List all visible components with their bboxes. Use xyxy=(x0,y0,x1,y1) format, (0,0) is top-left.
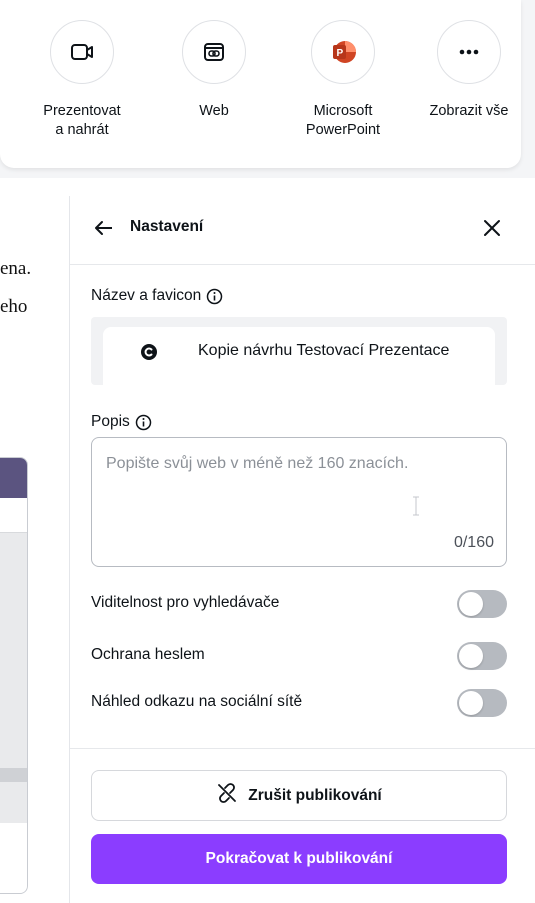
settings-title: Nastavení xyxy=(130,218,204,235)
share-option-powerpoint[interactable]: P Microsoft PowerPoint xyxy=(288,20,398,140)
search-visibility-toggle[interactable] xyxy=(457,590,507,618)
settings-header: Nastavení xyxy=(70,196,535,265)
toggle-label: Viditelnost pro vyhledávače xyxy=(91,594,280,611)
powerpoint-icon: P xyxy=(311,20,375,84)
share-options-card: Prezentovat a nahrát Web P Microsoft Pow… xyxy=(0,0,521,168)
video-camera-icon xyxy=(50,20,114,84)
info-icon[interactable] xyxy=(206,288,223,305)
share-option-label: Zobrazit vše xyxy=(429,103,509,119)
close-icon[interactable] xyxy=(480,216,504,240)
background-window-edge xyxy=(0,457,28,894)
favicon-icon[interactable] xyxy=(141,344,157,360)
name-favicon-label: Název a favicon xyxy=(91,287,223,305)
social-preview-toggle[interactable] xyxy=(457,689,507,717)
toggle-knob xyxy=(459,644,483,668)
toggle-row-social-preview: Náhled odkazu na sociální sítě xyxy=(91,689,507,717)
share-option-present-record[interactable]: Prezentovat a nahrát xyxy=(27,20,137,140)
background-text-line: ena. xyxy=(0,258,32,279)
more-icon xyxy=(437,20,501,84)
share-option-web[interactable]: Web xyxy=(159,20,269,121)
background-text-line: eho xyxy=(0,296,28,317)
toggle-row-password: Ochrana heslem xyxy=(91,642,507,670)
password-protection-toggle[interactable] xyxy=(457,642,507,670)
description-label-text: Popis xyxy=(91,413,130,430)
divider xyxy=(70,748,535,749)
toggle-label: Ochrana heslem xyxy=(91,646,205,663)
settings-panel: Nastavení Název a favicon Kopie návrhu T… xyxy=(69,196,535,903)
name-field[interactable]: Kopie návrhu Testovací Prezentace xyxy=(103,327,495,385)
background-strip xyxy=(0,458,27,498)
text-cursor-icon xyxy=(411,495,421,517)
name-favicon-label-text: Název a favicon xyxy=(91,287,202,304)
info-icon[interactable] xyxy=(135,414,152,431)
unpublish-button[interactable]: Zrušit publikování xyxy=(91,770,507,821)
continue-publish-label: Pokračovat k publikování xyxy=(205,850,393,867)
background-strip xyxy=(0,498,27,533)
unlink-icon xyxy=(216,782,238,809)
continue-publish-button[interactable]: Pokračovat k publikování xyxy=(91,834,507,884)
back-arrow-icon[interactable] xyxy=(92,216,116,240)
share-panel-background: Prezentovat a nahrát Web P Microsoft Pow… xyxy=(0,0,535,178)
share-option-label: Web xyxy=(199,103,229,119)
description-label: Popis xyxy=(91,413,152,431)
share-option-show-all[interactable]: Zobrazit vše xyxy=(414,20,524,121)
name-field-container: Kopie návrhu Testovací Prezentace xyxy=(91,317,507,385)
share-option-label: Prezentovat a nahrát xyxy=(43,103,121,138)
svg-text:P: P xyxy=(337,48,344,59)
background-strip xyxy=(0,823,27,893)
name-field-value: Kopie návrhu Testovací Prezentace xyxy=(198,342,450,359)
description-textarea[interactable]: Popište svůj web v méně než 160 znacích.… xyxy=(91,437,507,567)
character-count: 0/160 xyxy=(453,534,494,551)
share-option-label: Microsoft PowerPoint xyxy=(305,103,381,138)
unpublish-label: Zrušit publikování xyxy=(248,786,382,804)
background-strip xyxy=(0,768,27,782)
toggle-row-search-visibility: Viditelnost pro vyhledávače xyxy=(91,590,507,618)
web-icon xyxy=(182,20,246,84)
toggle-knob xyxy=(459,691,483,715)
toggle-knob xyxy=(459,592,483,616)
description-placeholder: Popište svůj web v méně než 160 znacích. xyxy=(106,455,409,472)
toggle-label: Náhled odkazu na sociální sítě xyxy=(91,693,303,710)
